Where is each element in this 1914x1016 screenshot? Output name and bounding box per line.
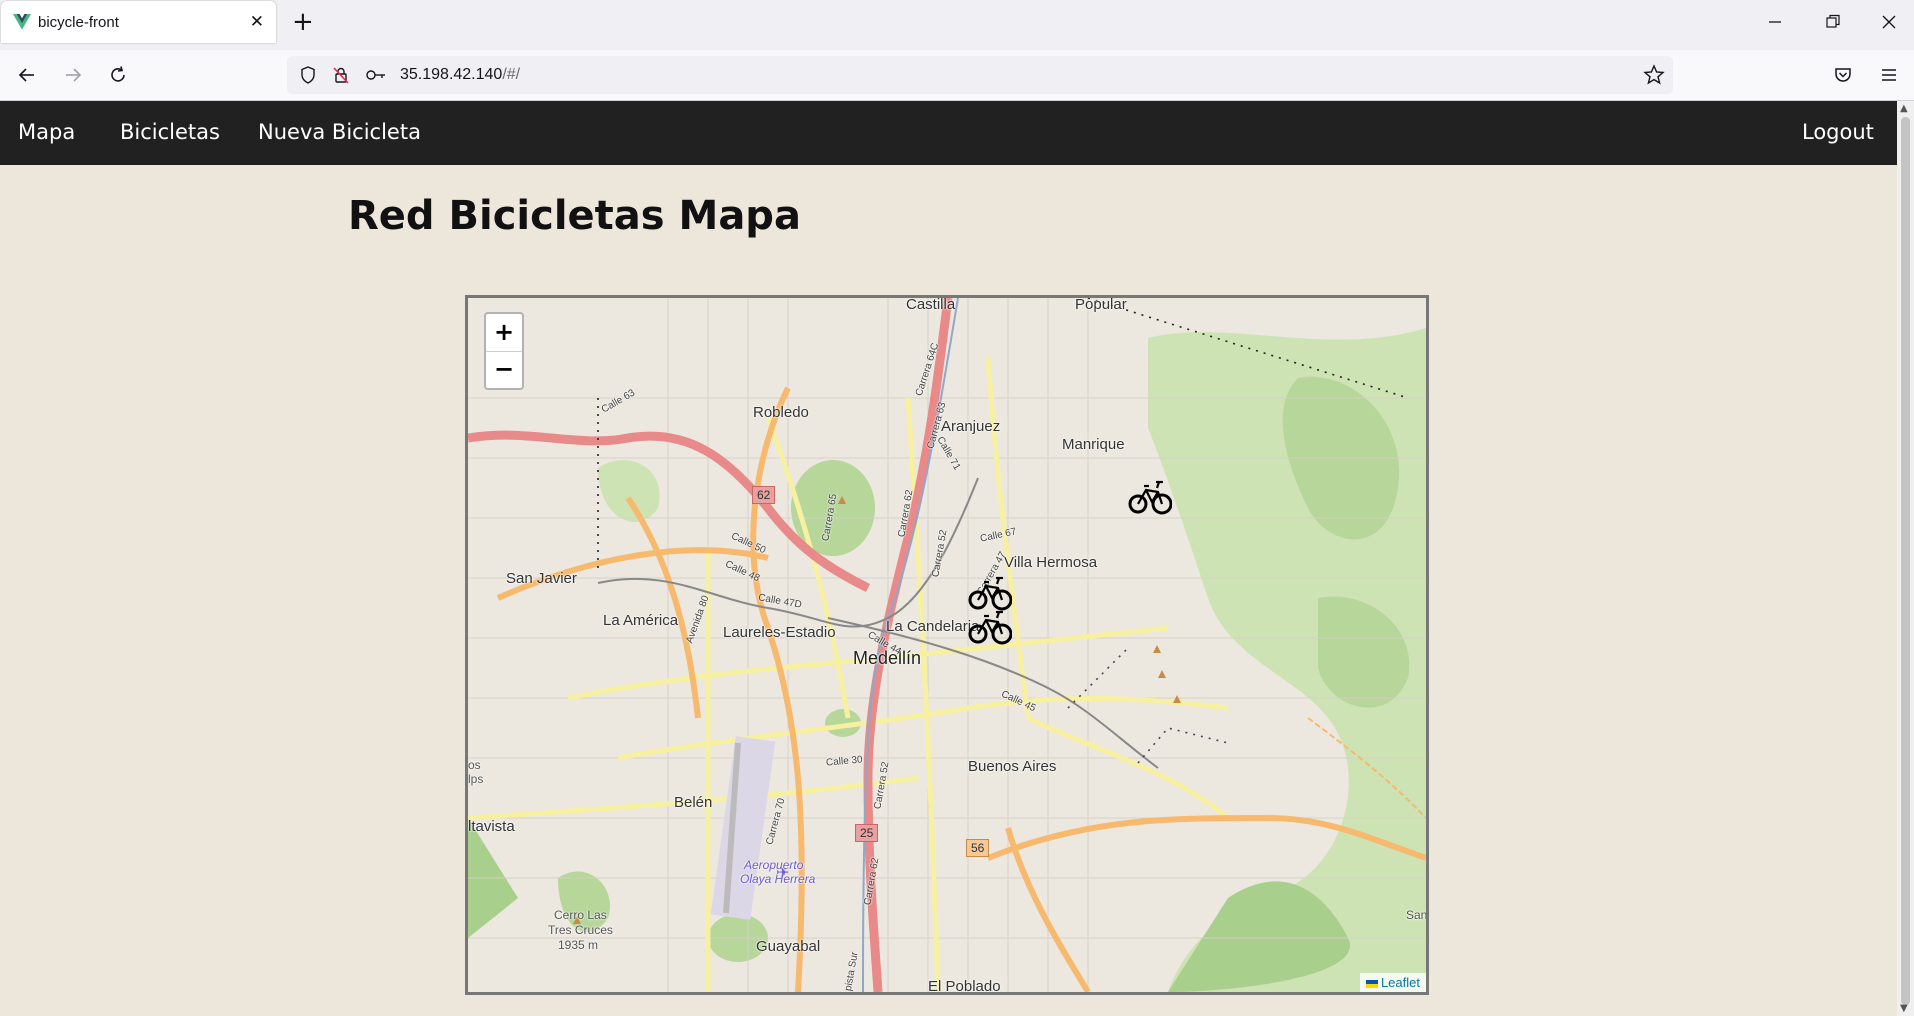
scrollbar-thumb[interactable] xyxy=(1901,117,1910,1005)
url-path: /#/ xyxy=(502,66,521,83)
map-label-el-poblado: El Poblado xyxy=(928,978,1001,995)
leaflet-link[interactable]: Leaflet xyxy=(1381,975,1420,990)
map-label-san-javier: San Javier xyxy=(506,570,577,587)
map-label-cerro-3: 1935 m xyxy=(558,938,599,952)
zoom-in-button[interactable]: + xyxy=(486,314,522,352)
shield-icon[interactable] xyxy=(298,65,318,85)
vue-logo-icon xyxy=(13,14,31,30)
app-navbar: Mapa Bicicletas Nueva Bicicleta Logout xyxy=(0,101,1897,165)
key-icon[interactable] xyxy=(365,65,387,85)
bookmark-star-icon[interactable] xyxy=(1643,64,1665,86)
route-shield-56: 56 xyxy=(966,839,990,857)
nav-link-nueva-bicicleta[interactable]: Nueva Bicicleta xyxy=(258,120,421,144)
restore-window-icon[interactable] xyxy=(1822,11,1844,33)
map-label-robledo: Robledo xyxy=(753,404,809,421)
map-label-san-edge: San xyxy=(1406,908,1428,922)
map-label-belen: Belén xyxy=(674,794,713,811)
bicycle-marker-2[interactable] xyxy=(968,574,1012,612)
forward-arrow-icon[interactable] xyxy=(62,64,84,86)
page-content: Mapa Bicicletas Nueva Bicicleta Logout R… xyxy=(0,101,1897,1016)
map-label-cerro-2: Tres Cruces xyxy=(548,923,613,937)
map-label-castilla: Castilla xyxy=(906,296,956,313)
nav-link-mapa[interactable]: Mapa xyxy=(18,120,75,144)
minimize-window-icon[interactable] xyxy=(1764,11,1786,33)
scroll-down-arrow-icon[interactable]: ▼ xyxy=(1900,1003,1908,1014)
page-scrollbar[interactable]: ▲ ▼ xyxy=(1897,101,1914,1016)
map-label-altavista: ltavista xyxy=(468,818,515,835)
bicycle-marker-3[interactable] xyxy=(968,608,1012,646)
map-label-la-candelaria: La Candelaria xyxy=(886,618,980,635)
reload-icon[interactable] xyxy=(107,64,129,86)
map-label-la-america: La América xyxy=(603,612,679,629)
route-shield-62: 62 xyxy=(752,486,776,504)
map-label-manrique: Manrique xyxy=(1062,436,1125,453)
back-arrow-icon[interactable] xyxy=(16,64,38,86)
map-label-guayabal: Guayabal xyxy=(756,938,821,955)
map-label-aeropuerto-2: Olaya Herrera xyxy=(740,872,816,886)
map-label-popular: Popular xyxy=(1075,296,1127,313)
ukraine-flag-icon xyxy=(1365,979,1378,988)
route-shield-25: 25 xyxy=(855,824,879,842)
bicycle-marker-1[interactable] xyxy=(1128,478,1172,516)
leaflet-map[interactable]: ✈ Castilla Popular Robledo Aranjuez Manr… xyxy=(465,295,1429,995)
browser-nav-bar: 35.198.42.140/#/ xyxy=(0,50,1914,101)
zoom-out-button[interactable]: − xyxy=(486,351,522,388)
new-tab-button[interactable]: + xyxy=(292,9,314,35)
hamburger-menu-icon[interactable] xyxy=(1878,64,1900,86)
close-window-icon[interactable] xyxy=(1878,11,1900,33)
browser-tab-bar: bicycle-front ✕ + xyxy=(0,0,1914,50)
map-label-villa-hermosa: Villa Hermosa xyxy=(1004,554,1098,571)
zoom-control: + − xyxy=(484,312,524,390)
url-host: 35.198.42.140 xyxy=(400,66,503,83)
browser-tab[interactable]: bicycle-front ✕ xyxy=(1,1,276,43)
close-tab-icon[interactable]: ✕ xyxy=(250,12,264,32)
tab-title: bicycle-front xyxy=(38,14,119,31)
address-bar[interactable]: 35.198.42.140/#/ xyxy=(287,56,1673,94)
map-label-lps-edge: lps xyxy=(468,772,484,786)
page-title: Red Bicicletas Mapa xyxy=(348,193,801,239)
map-attribution: Leaflet xyxy=(1359,973,1426,992)
url-text: 35.198.42.140/#/ xyxy=(400,66,520,84)
map-label-cerro: Cerro Las xyxy=(554,908,607,922)
map-label-aeropuerto: Aeropuerto xyxy=(744,858,804,872)
pocket-icon[interactable] xyxy=(1832,64,1854,86)
insecure-lock-icon[interactable] xyxy=(331,65,351,85)
scroll-up-arrow-icon[interactable]: ▲ xyxy=(1900,103,1908,114)
map-label-os-edge: os xyxy=(468,758,481,772)
nav-link-bicicletas[interactable]: Bicicletas xyxy=(120,120,220,144)
map-label-laureles: Laureles-Estadio xyxy=(723,624,836,641)
map-label-buenos-aires: Buenos Aires xyxy=(968,758,1057,775)
logout-link[interactable]: Logout xyxy=(1802,120,1874,144)
map-label-aranjuez: Aranjuez xyxy=(941,418,1001,435)
